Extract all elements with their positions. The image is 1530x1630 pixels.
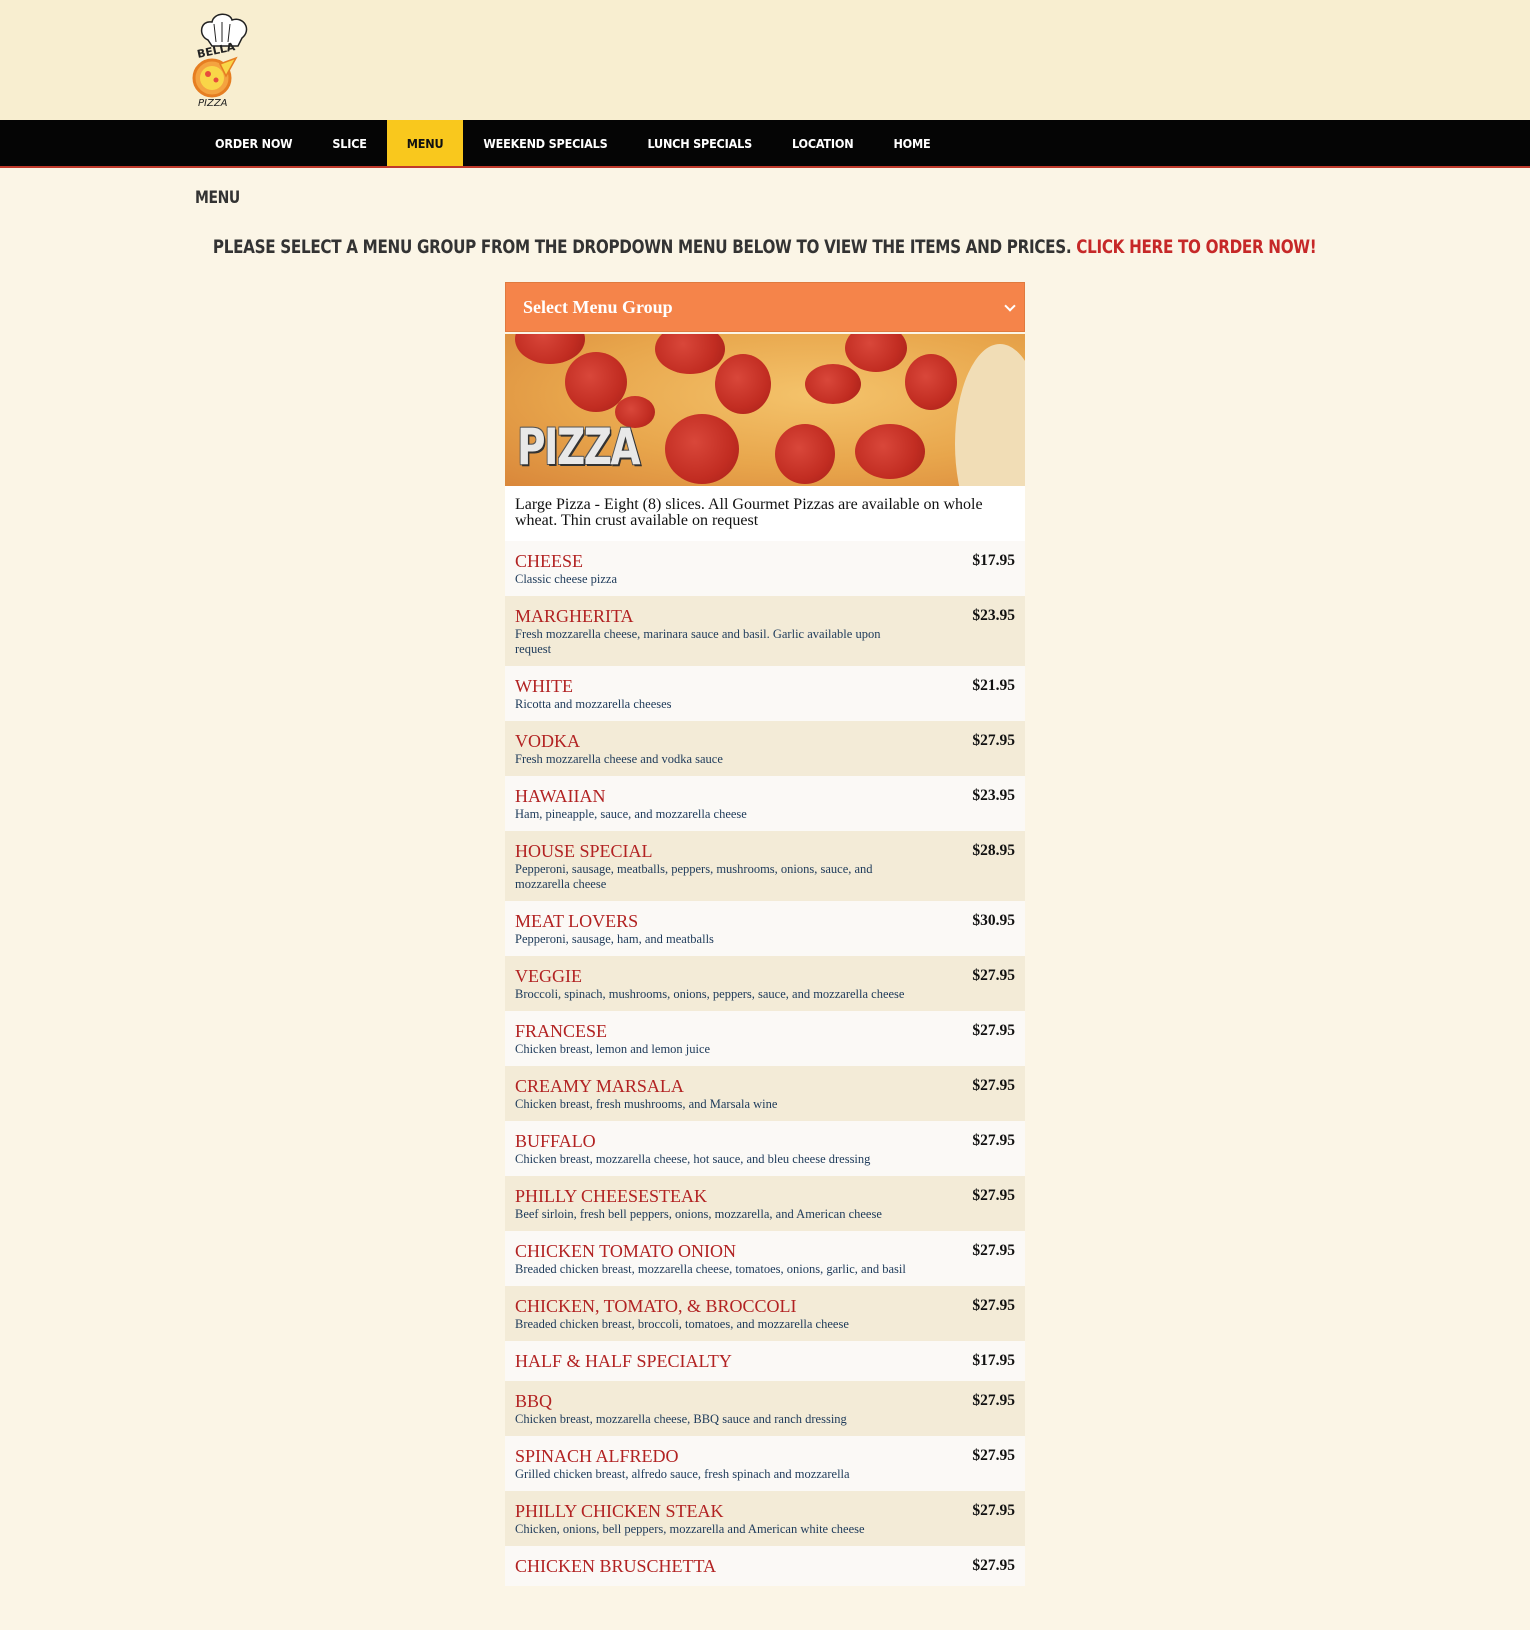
intro-text: PLEASE SELECT A MENU GROUP FROM THE DROP… <box>213 236 1072 258</box>
menu-group-select[interactable]: Select Menu Group <box>505 282 1025 332</box>
item-price: $27.95 <box>972 1447 1015 1464</box>
item-price: $27.95 <box>972 732 1015 749</box>
menu-instructions: PLEASE SELECT A MENU GROUP FROM THE DROP… <box>0 236 1530 258</box>
menu-item[interactable]: VODKA Fresh mozzarella cheese and vodka s… <box>505 721 1025 776</box>
menu-item[interactable]: PHILLY CHICKEN STEAK Chicken, onions, bel… <box>505 1491 1025 1546</box>
item-price: $27.95 <box>972 1242 1015 1259</box>
menu-item[interactable]: HOUSE SPECIAL Pepperoni, sausage, meatbal… <box>505 831 1025 901</box>
group-description: Large Pizza - Eight (8) slices. All Gour… <box>505 486 1025 541</box>
pizza-banner-image: PIZZA <box>505 334 1025 486</box>
menu-item[interactable]: PHILLY CHEESESTEAK Beef sirloin, fresh be… <box>505 1176 1025 1231</box>
item-price: $27.95 <box>972 1077 1015 1094</box>
item-price: $23.95 <box>972 787 1015 804</box>
item-price: $27.95 <box>972 967 1015 984</box>
menu-item[interactable]: WHITE Ricotta and mozzarella cheeses $21.9… <box>505 666 1025 721</box>
page-title: MENU <box>195 188 240 208</box>
menu-group-select-value: Select Menu Group <box>523 296 673 317</box>
nav-slice[interactable]: SLICE <box>312 120 386 166</box>
menu-item[interactable]: HALF & HALF SPECIALTY $17.95 <box>505 1341 1025 1381</box>
nav-menu[interactable]: MENU <box>386 120 464 166</box>
item-price: $30.95 <box>972 912 1015 929</box>
item-price: $27.95 <box>972 1392 1015 1409</box>
menu-item[interactable]: CHEESE Classic cheese pizza $17.95 <box>505 541 1025 596</box>
item-price: $27.95 <box>972 1132 1015 1149</box>
svg-text:BELLA: BELLA <box>196 40 237 61</box>
site-header: BELLA PIZZA <box>0 0 1530 120</box>
nav-lunch-specials[interactable]: LUNCH SPECIALS <box>628 120 772 166</box>
item-price: $27.95 <box>972 1297 1015 1314</box>
banner-title: PIZZA <box>517 418 641 476</box>
menu-item[interactable]: VEGGIE Broccoli, spinach, mushrooms, onio… <box>505 956 1025 1011</box>
menu-items-list: CHEESE Classic cheese pizza $17.95 MARGHER… <box>505 541 1025 1586</box>
item-price: $23.95 <box>972 607 1015 624</box>
menu-item[interactable]: BBQ Chicken breast, mozzarella cheese, BB… <box>505 1381 1025 1436</box>
menu-item[interactable]: MARGHERITA Fresh mozzarella cheese, marin… <box>505 596 1025 666</box>
menu-item[interactable]: CREAMY MARSALA Chicken breast, fresh mush… <box>505 1066 1025 1121</box>
chevron-down-icon <box>1004 300 1016 312</box>
svg-text:PIZZA: PIZZA <box>198 98 228 108</box>
item-price: $21.95 <box>972 677 1015 694</box>
menu-item[interactable]: BUFFALO Chicken breast, mozzarella cheese… <box>505 1121 1025 1176</box>
nav-order-now[interactable]: ORDER NOW <box>195 120 312 166</box>
nav-location[interactable]: LOCATION <box>772 120 874 166</box>
item-price: $27.95 <box>972 1502 1015 1519</box>
item-price: $17.95 <box>972 1352 1015 1369</box>
menu-item[interactable]: CHICKEN, TOMATO, & BROCCOLI Breaded chick… <box>505 1286 1025 1341</box>
menu-item[interactable]: HAWAIIAN Ham, pineapple, sauce, and mozza… <box>505 776 1025 831</box>
menu-item[interactable]: CHICKEN BRUSCHETTA $27.95 <box>505 1546 1025 1586</box>
menu-panel: Select Menu Group PIZZA Large Pizza - Ei… <box>505 282 1025 1586</box>
nav-home[interactable]: HOME <box>873 120 950 166</box>
main-nav: ORDER NOW SLICE MENU WEEKEND SPECIALS LU… <box>0 120 1530 168</box>
bella-pizza-logo[interactable]: BELLA PIZZA <box>190 12 258 108</box>
menu-item[interactable]: SPINACH ALFREDO Grilled chicken breast, a… <box>505 1436 1025 1491</box>
menu-item[interactable]: FRANCESE Chicken breast, lemon and lemon … <box>505 1011 1025 1066</box>
menu-item[interactable]: CHICKEN TOMATO ONION Breaded chicken brea… <box>505 1231 1025 1286</box>
item-price: $17.95 <box>972 552 1015 569</box>
item-price: $27.95 <box>972 1557 1015 1574</box>
item-price: $27.95 <box>972 1187 1015 1204</box>
order-now-link[interactable]: CLICK HERE TO ORDER NOW! <box>1077 236 1317 258</box>
menu-item[interactable]: MEAT LOVERS Pepperoni, sausage, ham, and … <box>505 901 1025 956</box>
item-price: $27.95 <box>972 1022 1015 1039</box>
item-price: $28.95 <box>972 842 1015 859</box>
nav-weekend-specials[interactable]: WEEKEND SPECIALS <box>463 120 627 166</box>
